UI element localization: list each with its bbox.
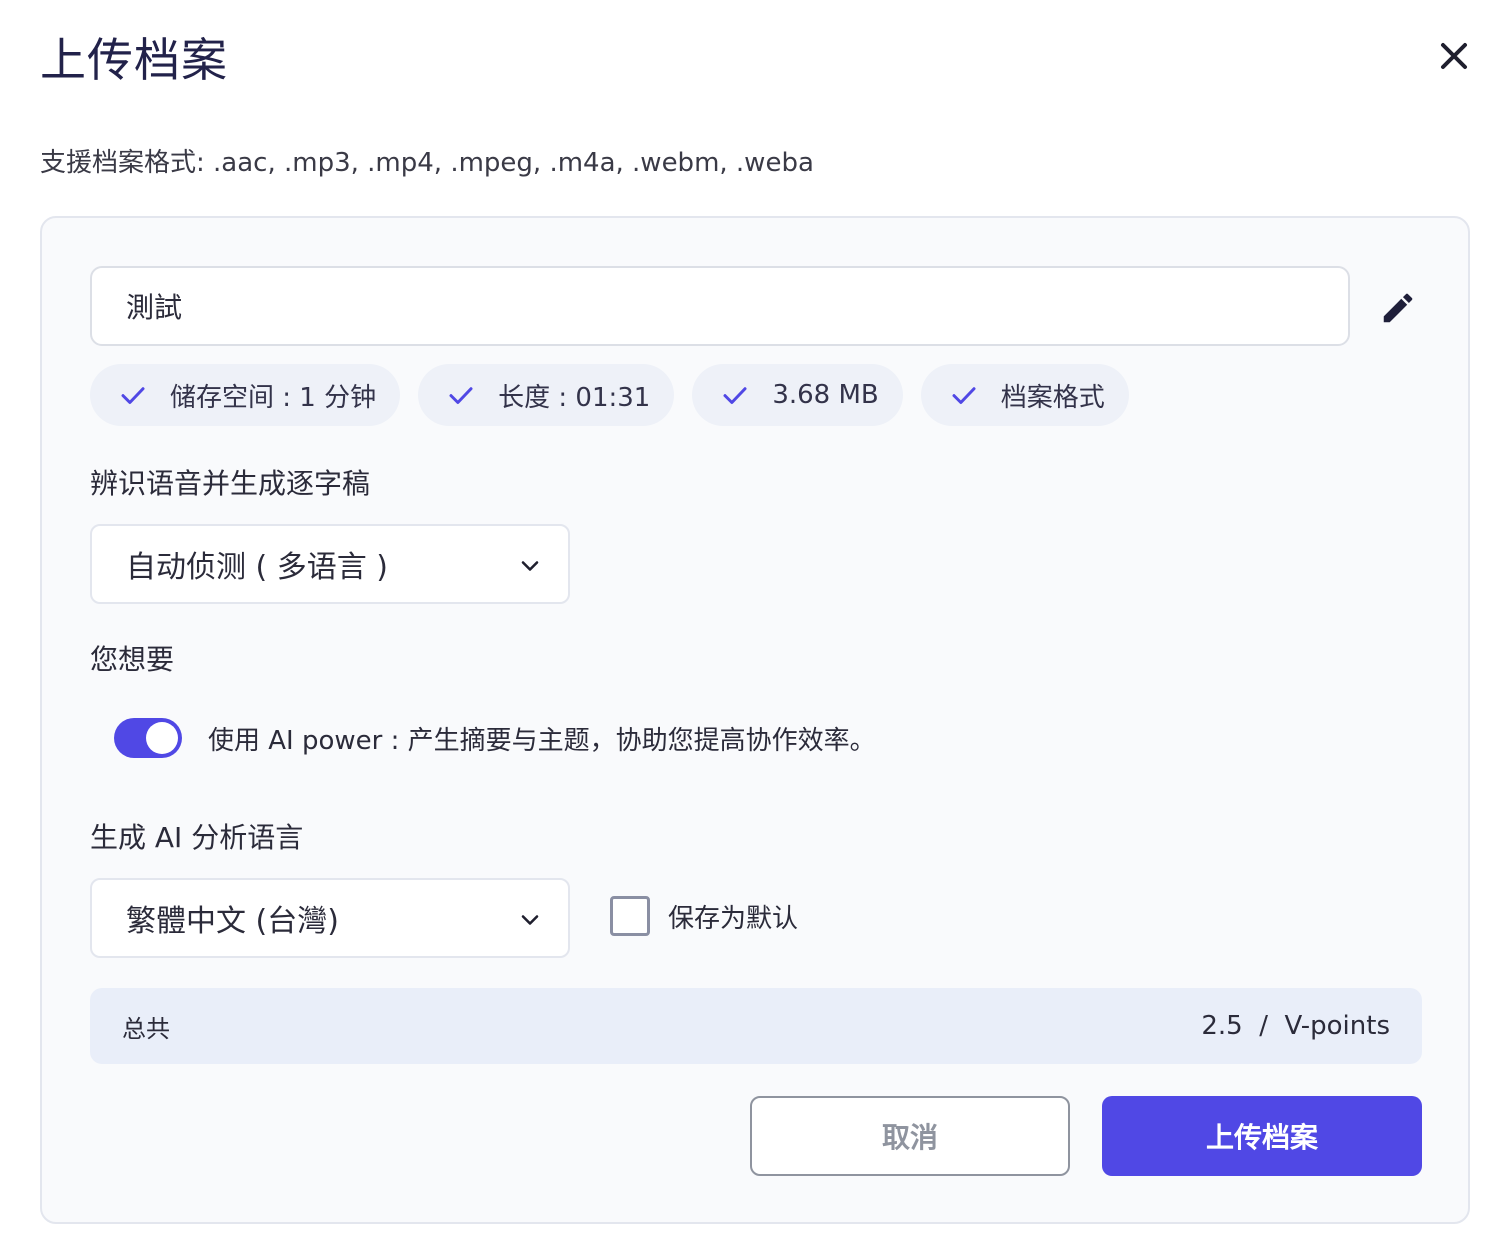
toggle-knob <box>146 722 178 754</box>
file-info-chips: 储存空间 : 1 分钟 长度 : 01:31 3.68 MB 档案格式 <box>90 364 1129 426</box>
ai-language-select[interactable]: 繁體中文 (台灣) <box>90 878 570 958</box>
file-name-input[interactable] <box>90 266 1350 346</box>
close-button[interactable] <box>1432 34 1476 78</box>
pencil-icon <box>1383 293 1413 323</box>
check-icon <box>949 380 979 410</box>
transcription-label: 辨识语音并生成逐字稿 <box>90 467 371 500</box>
chevron-down-icon <box>521 561 539 571</box>
ai-language-label: 生成 AI 分析语言 <box>90 821 304 854</box>
upload-button[interactable]: 上传档案 <box>1102 1096 1422 1176</box>
chip-label: 3.68 MB <box>772 380 879 410</box>
select-value: 自动侦测 ( 多语言 ) <box>126 550 389 585</box>
chip-duration: 长度 : 01:31 <box>418 364 675 426</box>
supported-formats: 支援档案格式: .aac, .mp3, .mp4, .mpeg, .m4a, .… <box>40 148 814 178</box>
select-value: 繁體中文 (台灣) <box>126 904 339 939</box>
dialog-title: 上传档案 <box>40 33 228 87</box>
check-icon <box>446 380 476 410</box>
total-label: 总共 <box>122 1014 170 1043</box>
chip-label: 储存空间 : 1 分钟 <box>170 382 377 413</box>
chip-size: 3.68 MB <box>692 364 903 426</box>
save-default-row: 保存为默认 <box>610 896 798 936</box>
transcription-language-select[interactable]: 自动侦测 ( 多语言 ) <box>90 524 570 604</box>
cancel-button[interactable]: 取消 <box>750 1096 1070 1176</box>
chip-storage: 储存空间 : 1 分钟 <box>90 364 401 426</box>
chip-format: 档案格式 <box>920 364 1129 426</box>
chevron-down-icon <box>521 915 539 925</box>
close-icon <box>1441 43 1467 69</box>
options-label: 您想要 <box>90 643 175 676</box>
chip-label: 档案格式 <box>1000 382 1105 413</box>
total-value: 2.5 / V-points <box>1201 1011 1390 1041</box>
total-bar: 总共 2.5 / V-points <box>90 988 1422 1064</box>
ai-power-row: 使用 AI power : 产生摘要与主题，协助您提高协作效率。 <box>114 718 876 758</box>
upload-panel: 储存空间 : 1 分钟 长度 : 01:31 3.68 MB 档案格式 辨识语音… <box>40 216 1470 1224</box>
chip-label: 长度 : 01:31 <box>498 382 651 413</box>
ai-power-toggle[interactable] <box>114 718 182 758</box>
save-default-checkbox[interactable] <box>610 896 650 936</box>
edit-button[interactable] <box>1376 286 1420 330</box>
save-default-label: 保存为默认 <box>668 903 799 934</box>
check-icon <box>720 380 750 410</box>
ai-power-text: 使用 AI power : 产生摘要与主题，协助您提高协作效率。 <box>208 725 876 756</box>
check-icon <box>118 380 148 410</box>
